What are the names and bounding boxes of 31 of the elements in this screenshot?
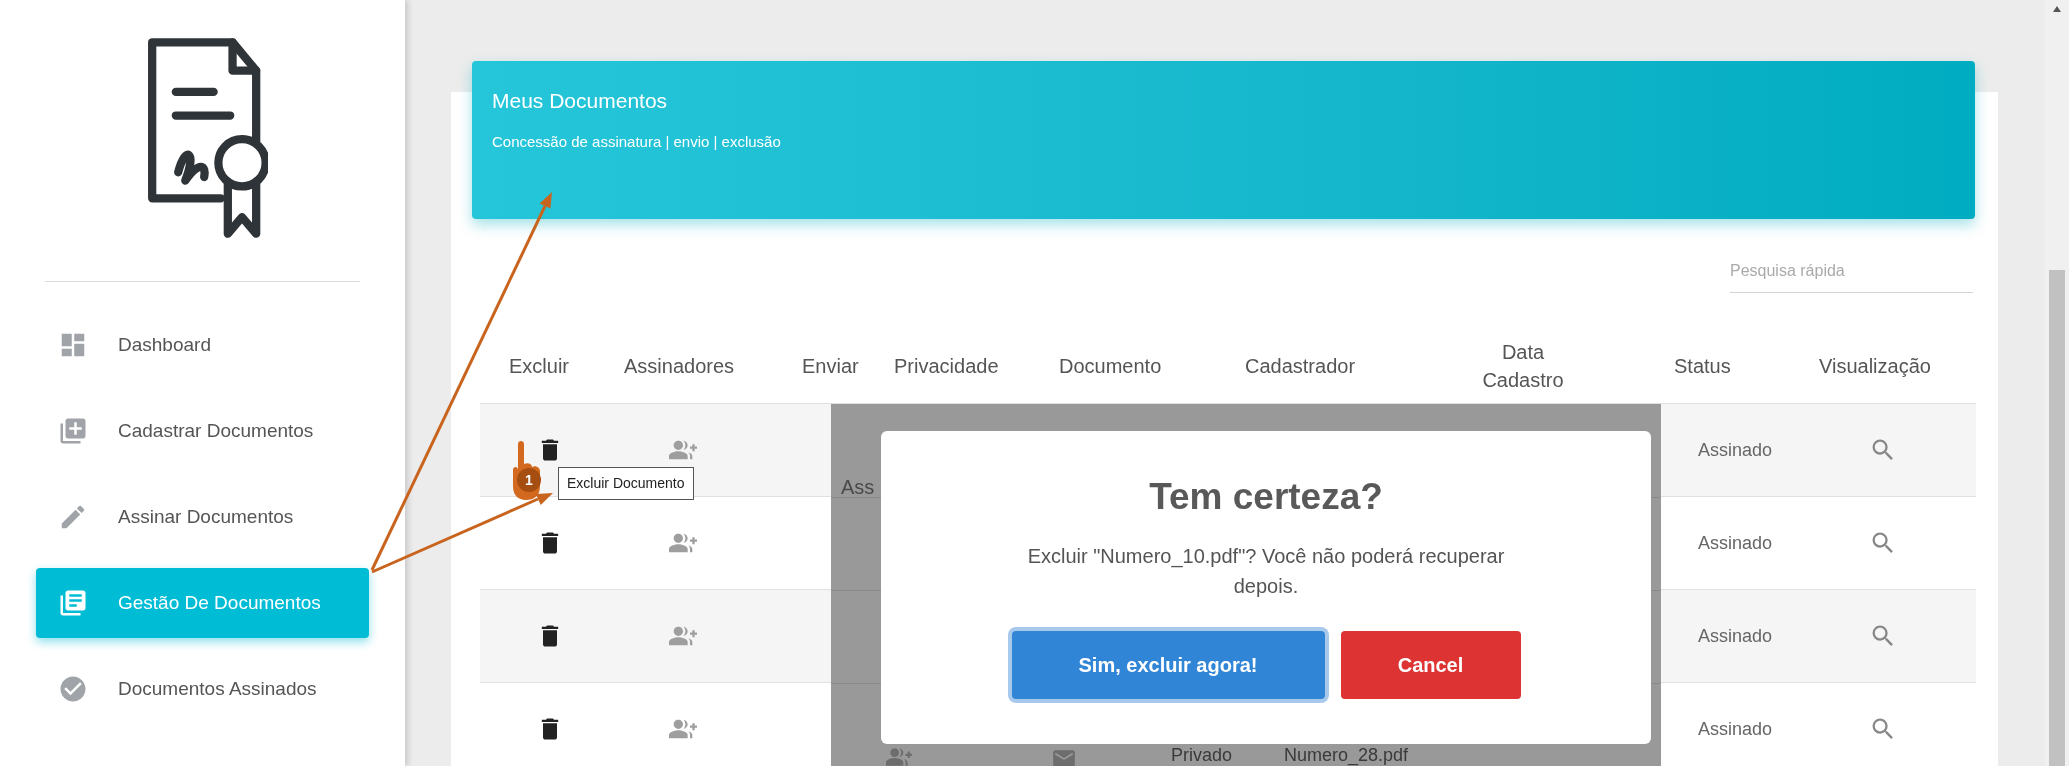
column-header: Status [1673,354,1732,379]
status-text: Assinado [1698,625,1773,646]
column-heading: Ass [841,475,875,500]
status-text: Assinado [1698,718,1773,739]
table-cell-text: Numero_28.pdf [1284,744,1409,766]
column-header: Assinadores [623,354,736,379]
scroll-up-icon[interactable] [2053,6,2061,12]
table-cell-text: Privado [1171,744,1233,766]
dialog-title: Tem certeza? [1149,475,1383,519]
page-title: Meus Documentos [492,88,669,114]
status-text: Assinado [1698,439,1773,460]
column-header: Data Cadastro [1481,340,1565,393]
status-text: Assinado [1698,532,1773,553]
cancel-button[interactable]: Cancel [1340,630,1521,699]
dialog-message: Excluir "Numero_10.pdf"? Você não poderá recuperar depois. [1026,543,1506,599]
sidebar-item[interactable]: Dashboard [36,310,369,380]
list-icon [58,588,88,618]
tooltip: Excluir Documento [558,467,694,500]
column-header: Documento [1058,354,1163,379]
sidebar-item[interactable]: Assinar Documentos [36,482,369,552]
sidebar-item[interactable]: Documentos Assinados [36,654,369,724]
add-library-icon [58,416,88,446]
column-header: Cadastrador [1244,354,1357,379]
scrollbar-thumb[interactable] [2049,270,2065,766]
column-header: Privacidade [893,354,1000,379]
page-subtitle: Concessão de assinatura | envio | exclusão [492,131,782,152]
column-header: Visualização [1818,354,1932,379]
search-field[interactable]: Pesquisa rápida [1730,249,1973,293]
column-header: Excluir [508,354,570,379]
column-header: Enviar [801,354,860,379]
sidebar-item[interactable]: Cadastrar Documentos [36,396,369,466]
